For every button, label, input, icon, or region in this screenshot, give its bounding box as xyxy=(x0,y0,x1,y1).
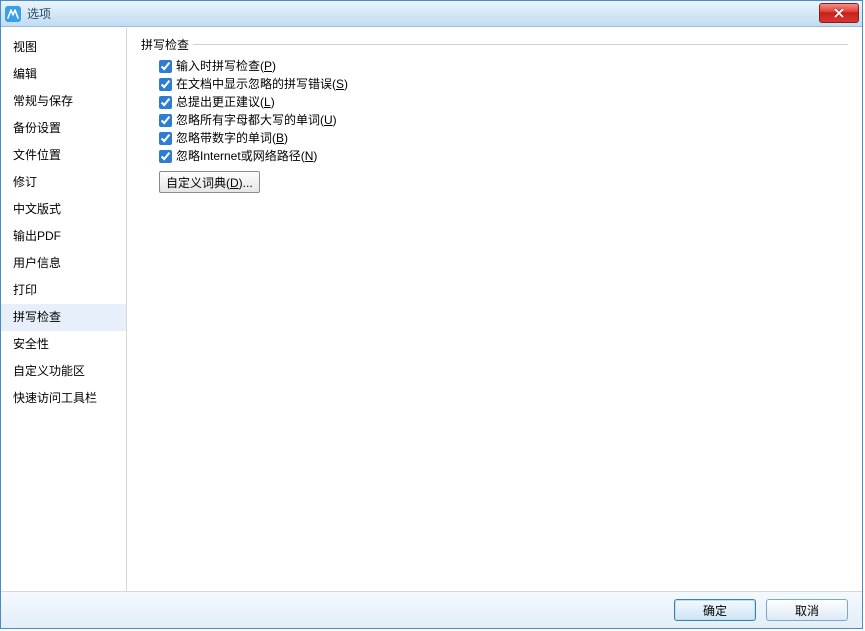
option-checkbox-2[interactable] xyxy=(159,96,172,109)
option-label-4: 忽略带数字的单词(B) xyxy=(176,129,288,147)
option-label-5: 忽略Internet或网络路径(N) xyxy=(176,147,317,165)
dialog-footer: 确定 取消 xyxy=(1,591,862,628)
sidebar-item-4[interactable]: 文件位置 xyxy=(1,142,126,169)
dialog-body: 视图编辑常规与保存备份设置文件位置修订中文版式输出PDF用户信息打印拼写检查安全… xyxy=(1,27,862,591)
cancel-button[interactable]: 取消 xyxy=(766,599,848,621)
sidebar-item-7[interactable]: 输出PDF xyxy=(1,223,126,250)
close-icon xyxy=(833,8,845,18)
content-panel: 拼写检查 输入时拼写检查(P)在文档中显示忽略的拼写错误(S)总提出更正建议(L… xyxy=(127,28,862,591)
sidebar-item-10[interactable]: 拼写检查 xyxy=(1,304,126,331)
option-row-2: 总提出更正建议(L) xyxy=(159,93,848,111)
sidebar-item-6[interactable]: 中文版式 xyxy=(1,196,126,223)
option-row-5: 忽略Internet或网络路径(N) xyxy=(159,147,848,165)
option-label-0: 输入时拼写检查(P) xyxy=(176,57,276,75)
option-checkbox-1[interactable] xyxy=(159,78,172,91)
app-icon xyxy=(5,6,21,22)
close-button[interactable] xyxy=(819,3,859,23)
option-row-4: 忽略带数字的单词(B) xyxy=(159,129,848,147)
option-row-1: 在文档中显示忽略的拼写错误(S) xyxy=(159,75,848,93)
option-label-2: 总提出更正建议(L) xyxy=(176,93,275,111)
option-checkbox-3[interactable] xyxy=(159,114,172,127)
group-separator xyxy=(193,44,848,45)
option-checkbox-5[interactable] xyxy=(159,150,172,163)
option-checkbox-4[interactable] xyxy=(159,132,172,145)
option-row-0: 输入时拼写检查(P) xyxy=(159,57,848,75)
sidebar-item-12[interactable]: 自定义功能区 xyxy=(1,358,126,385)
options-list: 输入时拼写检查(P)在文档中显示忽略的拼写错误(S)总提出更正建议(L)忽略所有… xyxy=(141,57,848,165)
sidebar-item-13[interactable]: 快速访问工具栏 xyxy=(1,385,126,412)
option-label-3: 忽略所有字母都大写的单词(U) xyxy=(176,111,337,129)
sidebar-item-5[interactable]: 修订 xyxy=(1,169,126,196)
title-bar: 选项 xyxy=(1,1,862,27)
options-dialog: 选项 视图编辑常规与保存备份设置文件位置修订中文版式输出PDF用户信息打印拼写检… xyxy=(0,0,863,629)
window-title: 选项 xyxy=(27,5,51,22)
custom-dictionary-button[interactable]: 自定义词典(D)... xyxy=(159,171,260,193)
sidebar-item-8[interactable]: 用户信息 xyxy=(1,250,126,277)
option-row-3: 忽略所有字母都大写的单词(U) xyxy=(159,111,848,129)
sidebar-item-9[interactable]: 打印 xyxy=(1,277,126,304)
sidebar-item-3[interactable]: 备份设置 xyxy=(1,115,126,142)
sidebar-item-0[interactable]: 视图 xyxy=(1,34,126,61)
group-title: 拼写检查 xyxy=(141,36,189,53)
option-checkbox-0[interactable] xyxy=(159,60,172,73)
ok-button[interactable]: 确定 xyxy=(674,599,756,621)
sidebar-item-2[interactable]: 常规与保存 xyxy=(1,88,126,115)
sidebar-item-11[interactable]: 安全性 xyxy=(1,331,126,358)
option-label-1: 在文档中显示忽略的拼写错误(S) xyxy=(176,75,348,93)
sidebar: 视图编辑常规与保存备份设置文件位置修订中文版式输出PDF用户信息打印拼写检查安全… xyxy=(1,28,127,591)
group-header: 拼写检查 xyxy=(141,36,848,53)
sidebar-item-1[interactable]: 编辑 xyxy=(1,61,126,88)
